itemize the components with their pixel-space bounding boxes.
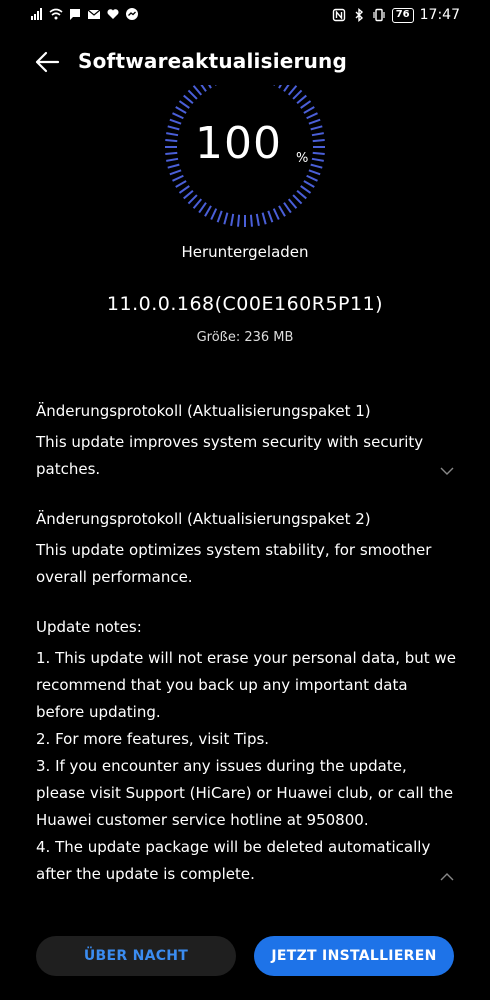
gauge-tick: [167, 125, 180, 131]
gauge-tick: [165, 139, 178, 143]
vibrate-icon: [373, 8, 385, 22]
battery-level: 76: [391, 7, 414, 23]
gauge-tick: [255, 213, 260, 226]
gauge-tick: [165, 151, 178, 155]
message-icon: [70, 9, 80, 20]
gauge-tick: [169, 169, 182, 176]
gauge-tick: [223, 212, 229, 225]
nfc-icon: [332, 8, 345, 22]
changelog-body: This update optimizes system stability, …: [36, 541, 432, 586]
gauge-tick: [308, 169, 321, 176]
update-notes: Update notes: 1. This update will not er…: [36, 614, 456, 888]
gauge-tick: [296, 189, 307, 200]
gauge-tick: [283, 85, 290, 92]
gauge-tick: [287, 198, 298, 209]
status-right: 76 17:47: [332, 7, 460, 23]
gauge-tick: [167, 163, 180, 169]
clock: 17:47: [419, 7, 460, 23]
back-arrow-icon[interactable]: [34, 49, 60, 75]
gauge-tick: [249, 214, 253, 227]
changelog-section: Änderungsprotokoll (Aktualisierungspaket…: [36, 398, 456, 483]
gauge-tick: [183, 189, 194, 200]
gauge-tick: [292, 89, 303, 100]
gauge-tick: [296, 94, 307, 105]
gauge-tick: [192, 85, 203, 96]
messenger-icon: [126, 8, 138, 20]
gauge-tick: [300, 100, 312, 109]
download-status: Heruntergeladen: [181, 243, 309, 261]
gauge-tick: [287, 85, 298, 96]
changelog-body: This update improves system security wit…: [36, 433, 424, 478]
note-item: 3. If you encounter any issues during th…: [36, 757, 454, 829]
gauge-tick: [200, 85, 207, 92]
gauge-tick: [237, 214, 241, 227]
note-item: 4. The update package will be deleted au…: [36, 838, 431, 883]
page-title: Softwareaktualisierung: [78, 49, 347, 73]
gauge-tick: [169, 118, 182, 125]
gauge-tick: [216, 210, 223, 223]
heart-icon: [107, 9, 119, 19]
chevron-down-icon[interactable]: [439, 463, 455, 479]
gauge-tick: [278, 205, 286, 217]
changelog-section: Änderungsprotokoll (Aktualisierungspaket…: [36, 506, 456, 591]
gauge-tick: [175, 180, 187, 188]
progress-percent: 100: [195, 118, 282, 169]
gauge-tick: [267, 210, 274, 223]
gauge-tick: [312, 151, 325, 155]
bluetooth-icon: [355, 8, 363, 22]
gauge-tick: [303, 106, 315, 114]
gauge-tick: [272, 208, 280, 220]
signal-icon: [31, 8, 42, 20]
progress-percent-sign: %: [296, 151, 309, 166]
gauge-tick: [204, 205, 212, 217]
mail-icon: [87, 9, 101, 19]
gauge-tick: [187, 194, 198, 205]
gauge-tick: [310, 125, 323, 131]
gauge-tick: [210, 208, 218, 220]
gauge-tick: [166, 157, 179, 162]
gauge-tick: [230, 213, 235, 226]
gauge-tick: [308, 118, 321, 125]
gauge-tick: [178, 100, 190, 109]
note-item: 1. This update will not erase your perso…: [36, 649, 456, 721]
gauge-tick: [312, 139, 325, 143]
wifi-icon: [49, 8, 63, 20]
gauge-tick: [283, 202, 292, 214]
gauge-tick: [175, 106, 187, 114]
install-overnight-button[interactable]: ÜBER NACHT: [36, 936, 236, 976]
gauge-tick: [306, 174, 318, 182]
package-size: Größe: 236 MB: [196, 330, 294, 345]
gauge-tick: [166, 132, 179, 137]
gauge-tick: [311, 132, 324, 137]
gauge-tick: [187, 89, 198, 100]
note-item: 2. For more features, visit Tips.: [36, 730, 270, 748]
gauge-tick: [183, 94, 194, 105]
gauge-tick: [306, 112, 318, 120]
gauge-tick: [292, 194, 303, 205]
version-number: 11.0.0.168(C00E160R5P11): [106, 293, 384, 315]
gauge-tick: [278, 85, 282, 89]
gauge-tick: [172, 174, 184, 182]
notes-heading: Update notes:: [36, 618, 142, 636]
status-bar: 76 17:47: [0, 0, 490, 30]
gauge-tick: [198, 202, 207, 214]
gauge-tick: [300, 185, 312, 194]
install-now-button[interactable]: JETZT INSTALLIEREN: [254, 936, 454, 976]
gauge-tick: [311, 157, 324, 162]
gauge-tick: [261, 212, 267, 225]
gauge-tick: [303, 180, 315, 188]
changelog-heading: Änderungsprotokoll (Aktualisierungspaket…: [36, 402, 371, 420]
changelog-heading: Änderungsprotokoll (Aktualisierungspaket…: [36, 510, 371, 528]
gauge-tick: [310, 163, 323, 169]
gauge-tick: [192, 198, 203, 209]
app-bar: Softwareaktualisierung: [0, 40, 490, 84]
gauge-tick: [178, 185, 190, 194]
status-left: [30, 7, 139, 21]
gauge-tick: [172, 112, 184, 120]
chevron-up-icon[interactable]: [439, 869, 455, 885]
gauge-tick: [208, 85, 212, 89]
